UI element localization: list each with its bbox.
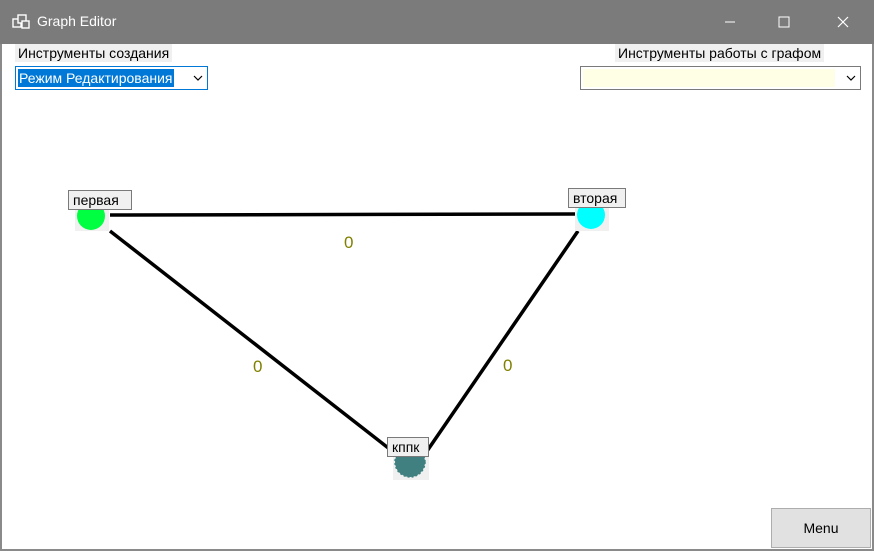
creation-mode-select[interactable]: Режим Редактирования (15, 66, 208, 90)
edge-weight-second-third: 0 (503, 356, 512, 375)
creation-tools-label: Инструменты создания (15, 44, 173, 62)
graph-tools-label: Инструменты работы с графом (615, 44, 825, 62)
chevron-down-icon (846, 75, 856, 81)
chevron-down-icon (193, 75, 203, 81)
edge-first-third[interactable] (108, 229, 398, 456)
graph-tools-value (583, 69, 835, 87)
edge-first-second[interactable] (109, 212, 576, 217)
edge-weight-first-second: 0 (344, 233, 353, 252)
node-label-first[interactable]: первая (68, 190, 132, 210)
creation-mode-value: Режим Редактирования (18, 69, 174, 87)
graph-tools-select[interactable] (580, 66, 861, 90)
node-label-third[interactable]: кппк (387, 437, 429, 457)
menu-button[interactable]: Menu (771, 508, 871, 548)
edge-second-third[interactable] (423, 230, 580, 455)
node-label-second[interactable]: вторая (568, 188, 626, 208)
edge-weight-first-third: 0 (253, 357, 262, 376)
